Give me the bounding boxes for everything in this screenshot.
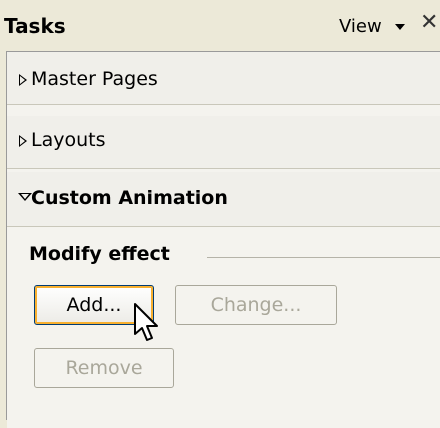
section-master-pages[interactable]: Master Pages [7,52,440,105]
section-custom-animation[interactable]: Custom Animation [7,172,440,227]
task-pane-title: Tasks [4,14,66,38]
remove-button-label: Remove [65,357,143,379]
triangle-down-icon [18,193,32,201]
change-button[interactable]: Change... [175,285,337,325]
section-label-custom-animation: Custom Animation [31,187,228,209]
close-icon[interactable]: ✕ [420,12,438,34]
remove-button[interactable]: Remove [34,348,174,388]
triangle-right-icon [19,74,27,86]
section-label-master-pages: Master Pages [31,68,158,90]
custom-animation-content: Modify effect Add... Change... Remove [7,228,440,428]
view-menu-button[interactable]: View [339,16,382,37]
add-button-label: Add... [66,294,122,316]
modify-effect-title: Modify effect [29,243,170,265]
mouse-pointer-icon [134,303,158,341]
section-layouts[interactable]: Layouts [7,116,440,169]
change-button-label: Change... [210,294,302,316]
triangle-right-icon [19,135,27,147]
task-pane-body: Master Pages Layouts Custom Animation Mo… [6,51,440,428]
group-divider [207,257,440,258]
chevron-down-icon[interactable] [395,24,405,30]
task-pane-header: Tasks View ✕ [0,0,440,51]
section-label-layouts: Layouts [31,129,106,151]
